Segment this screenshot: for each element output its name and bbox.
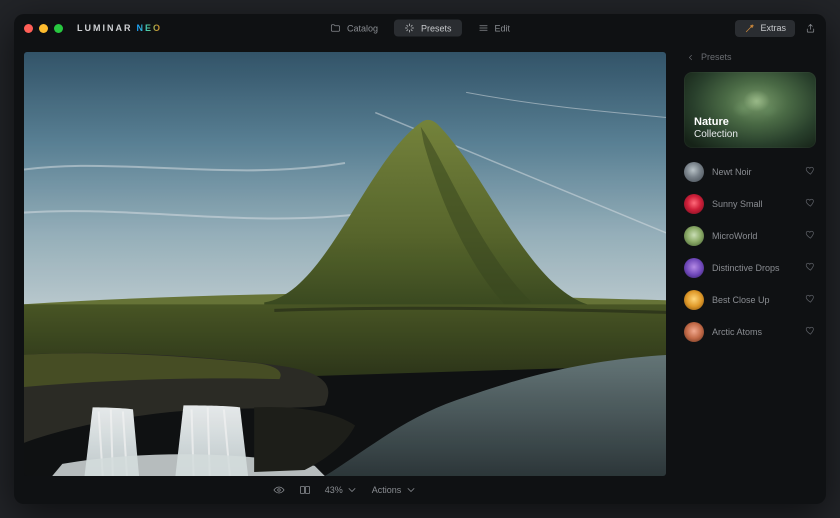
preset-thumbnail <box>684 258 704 278</box>
preview-toolbar: 43% Actions <box>14 476 676 504</box>
collection-label: Nature Collection <box>694 116 738 140</box>
actions-menu[interactable]: Actions <box>372 484 418 496</box>
nav-catalog-label: Catalog <box>347 23 378 33</box>
app-brand: LUMINAR NEO <box>77 23 162 33</box>
extras-button[interactable]: Extras <box>735 20 795 37</box>
favorite-button[interactable] <box>805 165 816 179</box>
preset-item[interactable]: Best Close Up <box>684 288 816 312</box>
preset-item[interactable]: Newt Noir <box>684 160 816 184</box>
share-icon[interactable] <box>805 23 816 34</box>
preset-item[interactable]: Sunny Small <box>684 192 816 216</box>
favorite-button[interactable] <box>805 197 816 211</box>
app-body: 43% Actions Presets <box>14 42 826 504</box>
preset-label: Distinctive Drops <box>712 263 797 273</box>
favorite-button[interactable] <box>805 229 816 243</box>
preset-label: Arctic Atoms <box>712 327 797 337</box>
preset-label: Best Close Up <box>712 295 797 305</box>
app-window: LUMINAR NEO Catalog Presets Edit <box>14 14 826 504</box>
nav-catalog[interactable]: Catalog <box>320 20 388 37</box>
collection-subtitle: Collection <box>694 129 738 141</box>
zoom-value: 43% <box>325 485 343 495</box>
preset-thumbnail <box>684 290 704 310</box>
preset-thumbnail <box>684 322 704 342</box>
window-close-button[interactable] <box>24 24 33 33</box>
preset-label: Sunny Small <box>712 199 797 209</box>
nav-edit-label: Edit <box>495 23 511 33</box>
preset-item[interactable]: Arctic Atoms <box>684 320 816 344</box>
preset-thumbnail <box>684 226 704 246</box>
nav-edit[interactable]: Edit <box>468 20 521 37</box>
magic-wand-icon <box>744 23 755 34</box>
presets-panel: Presets Nature Collection Newt Noir Sunn… <box>676 42 826 504</box>
actions-label: Actions <box>372 485 402 495</box>
image-preview[interactable] <box>24 52 666 476</box>
preset-thumbnail <box>684 162 704 182</box>
folder-icon <box>330 23 341 34</box>
zoom-control[interactable]: 43% <box>325 484 358 496</box>
sparkle-icon <box>404 23 415 34</box>
preset-thumbnail <box>684 194 704 214</box>
collection-name: Nature <box>694 116 738 129</box>
nav-presets[interactable]: Presets <box>394 20 462 37</box>
preset-list: Newt Noir Sunny Small MicroWorld Distinc… <box>684 160 816 344</box>
favorite-button[interactable] <box>805 325 816 339</box>
top-right-controls: Extras <box>735 20 816 37</box>
panel-title-label: Presets <box>701 52 732 62</box>
nav-presets-label: Presets <box>421 23 452 33</box>
canvas-column: 43% Actions <box>14 42 676 504</box>
favorite-button[interactable] <box>805 293 816 307</box>
presets-back-button[interactable]: Presets <box>684 50 816 64</box>
brand-text-1: LUMINAR <box>77 23 133 33</box>
sliders-icon <box>478 23 489 34</box>
chevron-left-icon <box>686 53 695 62</box>
title-bar: LUMINAR NEO Catalog Presets Edit <box>14 14 826 42</box>
collection-card[interactable]: Nature Collection <box>684 72 816 148</box>
chevron-down-icon <box>405 484 417 496</box>
preset-label: Newt Noir <box>712 167 797 177</box>
brand-text-2: NEO <box>137 23 163 33</box>
compare-toggle[interactable] <box>299 484 311 496</box>
preset-item[interactable]: MicroWorld <box>684 224 816 248</box>
extras-label: Extras <box>760 23 786 33</box>
window-minimize-button[interactable] <box>39 24 48 33</box>
preview-illustration <box>24 52 666 476</box>
preset-label: MicroWorld <box>712 231 797 241</box>
favorite-button[interactable] <box>805 261 816 275</box>
chevron-down-icon <box>346 484 358 496</box>
window-controls <box>24 24 63 33</box>
compare-icon <box>299 484 311 496</box>
top-nav: Catalog Presets Edit <box>320 20 520 37</box>
preset-item[interactable]: Distinctive Drops <box>684 256 816 280</box>
eye-icon[interactable] <box>273 484 285 496</box>
window-zoom-button[interactable] <box>54 24 63 33</box>
